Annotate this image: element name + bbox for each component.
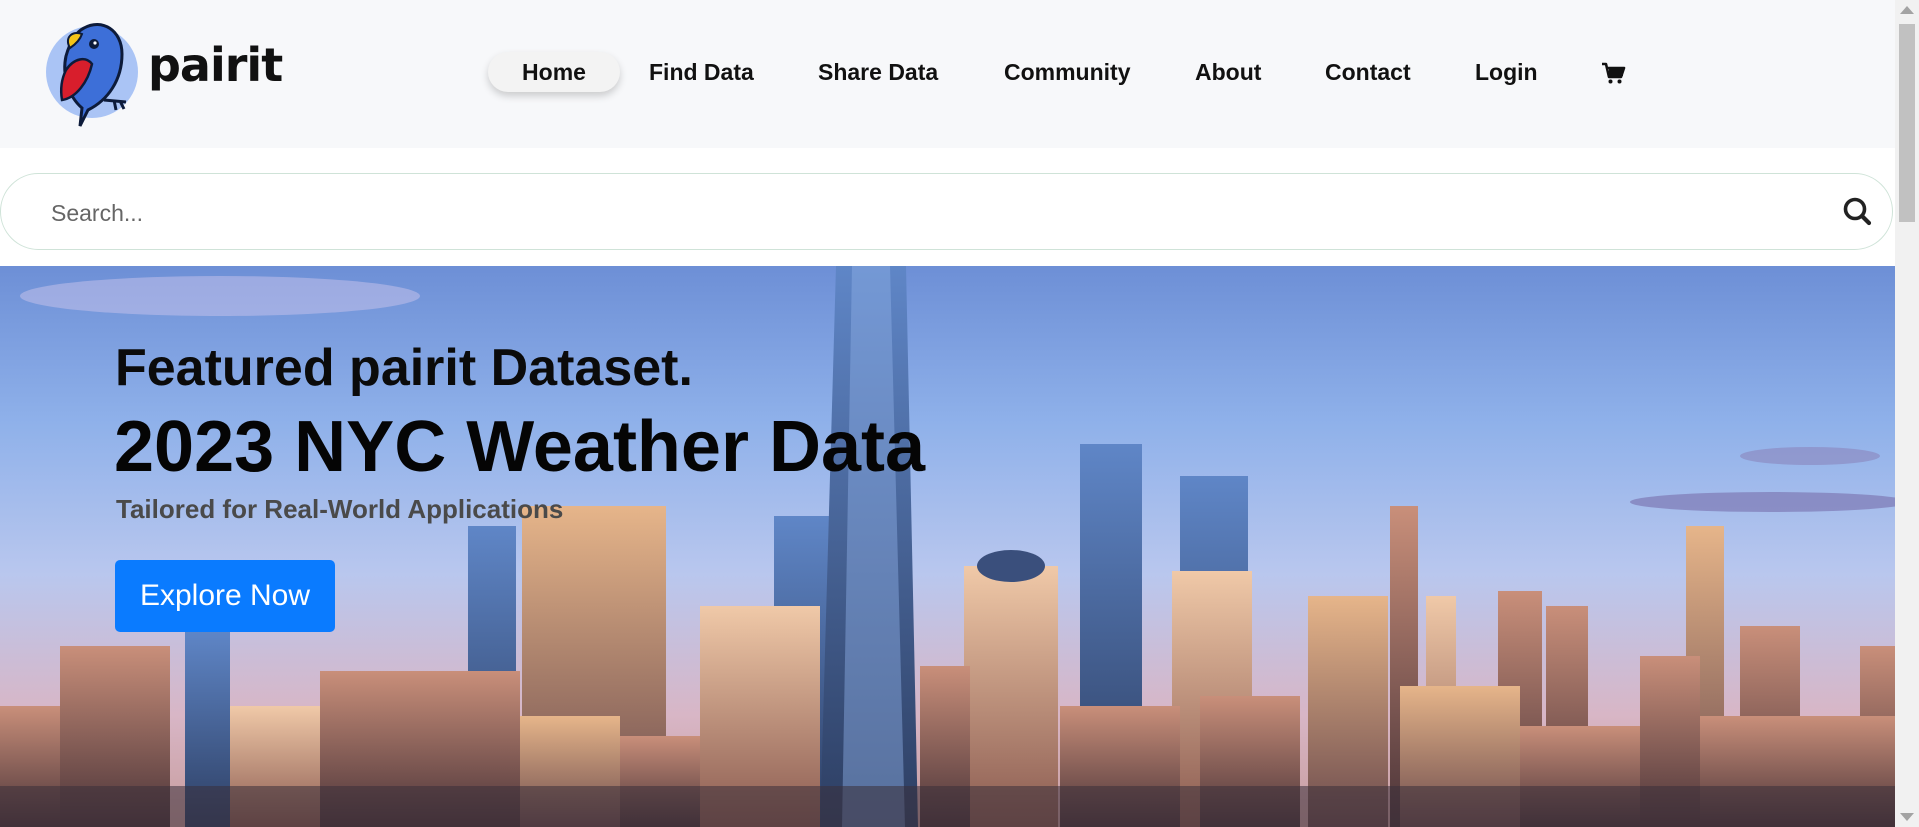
- search-bar: [0, 173, 1893, 250]
- scrollbar-thumb[interactable]: [1899, 24, 1915, 222]
- page-scrollbar[interactable]: [1895, 0, 1919, 827]
- search-icon[interactable]: [1838, 192, 1878, 232]
- page: pairit Home Find Data Share Data Communi…: [0, 0, 1919, 827]
- hero-eyebrow: Featured pairit Dataset.: [115, 339, 693, 397]
- hero-title: 2023 NYC Weather Data: [114, 407, 926, 487]
- site-header: pairit Home Find Data Share Data Communi…: [0, 0, 1895, 148]
- nav-home[interactable]: Home: [488, 52, 620, 92]
- explore-now-button[interactable]: Explore Now: [115, 560, 335, 632]
- nav-share-data[interactable]: Share Data: [818, 52, 938, 92]
- cart-icon[interactable]: [1600, 60, 1626, 86]
- parrot-logo-icon: [46, 22, 138, 127]
- hero-subtitle: Tailored for Real-World Applications: [116, 494, 564, 524]
- main-content: pairit Home Find Data Share Data Communi…: [0, 0, 1895, 827]
- scroll-down-arrow-icon[interactable]: [1900, 813, 1914, 821]
- hero-banner: Featured pairit Dataset. 2023 NYC Weathe…: [0, 266, 1895, 827]
- nav-contact[interactable]: Contact: [1325, 52, 1411, 92]
- nav-community[interactable]: Community: [1004, 52, 1131, 92]
- brand-name: pairit: [148, 38, 283, 92]
- scroll-up-arrow-icon[interactable]: [1900, 6, 1914, 14]
- nav-login[interactable]: Login: [1475, 52, 1538, 92]
- search-input[interactable]: [49, 192, 1793, 234]
- nav-about[interactable]: About: [1195, 52, 1261, 92]
- nav-find-data[interactable]: Find Data: [649, 52, 754, 92]
- brand-logo[interactable]: pairit: [44, 14, 284, 132]
